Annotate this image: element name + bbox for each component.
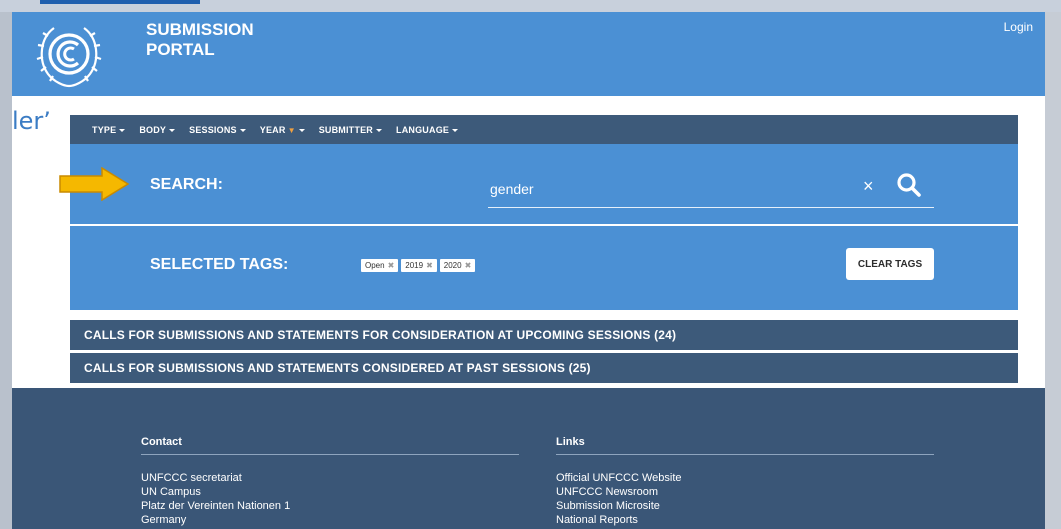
filter-sessions-dropdown[interactable]: SESSIONS [189, 125, 246, 135]
site-footer: Contact UNFCCC secretariat UN Campus Pla… [12, 388, 1045, 529]
remove-tag-icon[interactable]: ✖ [465, 261, 472, 270]
window-left-edge [0, 12, 12, 529]
filter-body-dropdown[interactable]: BODY [139, 124, 176, 135]
footer-contact-line: UNFCCC secretariat [141, 472, 242, 484]
footer-link[interactable]: Official UNFCCC Website [556, 471, 934, 485]
filter-type-label: TYPE [92, 124, 117, 135]
footer-contact-title: Contact [141, 436, 519, 455]
filter-year-dropdown[interactable]: YEAR ▼ [260, 125, 305, 135]
filter-year-label: YEAR [259, 124, 286, 135]
footer-contact-column: Contact UNFCCC secretariat UN Campus Pla… [141, 436, 519, 527]
search-panel: SEARCH: × [70, 144, 1018, 224]
portal-title: SUBMISSION PORTAL [146, 20, 254, 60]
footer-contact-line: Platz der Vereinten Nationen 1 [141, 500, 291, 512]
portal-title-line1: SUBMISSION [146, 20, 254, 39]
tag-chip[interactable]: 2020 ✖ [439, 259, 476, 272]
chevron-down-icon [298, 128, 305, 132]
footer-contact-line: UN Campus [141, 486, 201, 498]
footer-links-title: Links [556, 436, 934, 455]
footer-link[interactable]: Submission Microsite [556, 499, 934, 513]
chevron-down-icon [119, 128, 126, 132]
upcoming-sessions-section[interactable]: CALLS FOR SUBMISSIONS AND STATEMENTS FOR… [70, 320, 1018, 350]
filter-sessions-label: SESSIONS [189, 124, 237, 135]
selected-tags-label: SELECTED TAGS: [150, 256, 289, 273]
selected-tags-panel: SELECTED TAGS: Open ✖ 2019 ✖ 2020 ✖ CLEAR T… [70, 226, 1018, 310]
remove-tag-icon[interactable]: ✖ [426, 261, 433, 270]
chevron-down-icon [376, 128, 382, 132]
tag-label: Open [365, 261, 385, 270]
site-header: SUBMISSION PORTAL Login [12, 12, 1045, 96]
tag-chip[interactable]: 2019 ✖ [401, 259, 437, 272]
background-fragment-text: ler’ [12, 107, 51, 135]
chevron-down-icon [169, 128, 176, 132]
filter-active-icon: ▼ [287, 125, 296, 135]
past-sessions-section[interactable]: CALLS FOR SUBMISSIONS AND STATEMENTS CON… [70, 353, 1018, 383]
footer-contact-line: Germany [141, 514, 187, 526]
portal-title-line2: PORTAL [146, 40, 215, 59]
window-top-accent [40, 0, 200, 4]
footer-link[interactable]: UNFCCC Newsroom [556, 485, 934, 499]
clear-search-icon[interactable]: × [863, 177, 874, 195]
unfccc-logo-icon[interactable] [32, 16, 106, 90]
filter-type-dropdown[interactable]: TYPE [92, 124, 126, 135]
filter-body-label: BODY [139, 124, 167, 135]
chevron-down-icon [452, 128, 459, 132]
filter-submitter-dropdown[interactable]: SUBMITTER [319, 125, 382, 135]
clear-tags-button[interactable]: CLEAR TAGS [846, 248, 934, 280]
window-right-edge [1045, 12, 1061, 529]
footer-link[interactable]: National Reports [556, 513, 934, 527]
tag-label: 2020 [443, 261, 462, 270]
filter-nav: TYPE BODY SESSIONS YEAR ▼ SUBMITTER LANGU… [70, 115, 1018, 144]
annotation-arrow-icon [59, 167, 130, 201]
tag-chip[interactable]: Open ✖ [361, 259, 399, 272]
filter-language-label: LANGUAGE [396, 124, 450, 135]
search-label: SEARCH: [150, 176, 223, 193]
tag-list: Open ✖ 2019 ✖ 2020 ✖ [361, 259, 476, 272]
login-link[interactable]: Login [1004, 20, 1033, 34]
footer-links-column: Links Official UNFCCC Website UNFCCC New… [556, 436, 934, 527]
filter-language-dropdown[interactable]: LANGUAGE [396, 124, 459, 135]
search-icon[interactable] [896, 172, 922, 198]
chevron-down-icon [239, 128, 246, 132]
filter-submitter-label: SUBMITTER [318, 124, 373, 135]
browser-viewport: SUBMISSION PORTAL Login ler’ TYPE BODY S… [12, 12, 1045, 529]
tag-label: 2019 [405, 261, 424, 270]
remove-tag-icon[interactable]: ✖ [388, 261, 395, 270]
